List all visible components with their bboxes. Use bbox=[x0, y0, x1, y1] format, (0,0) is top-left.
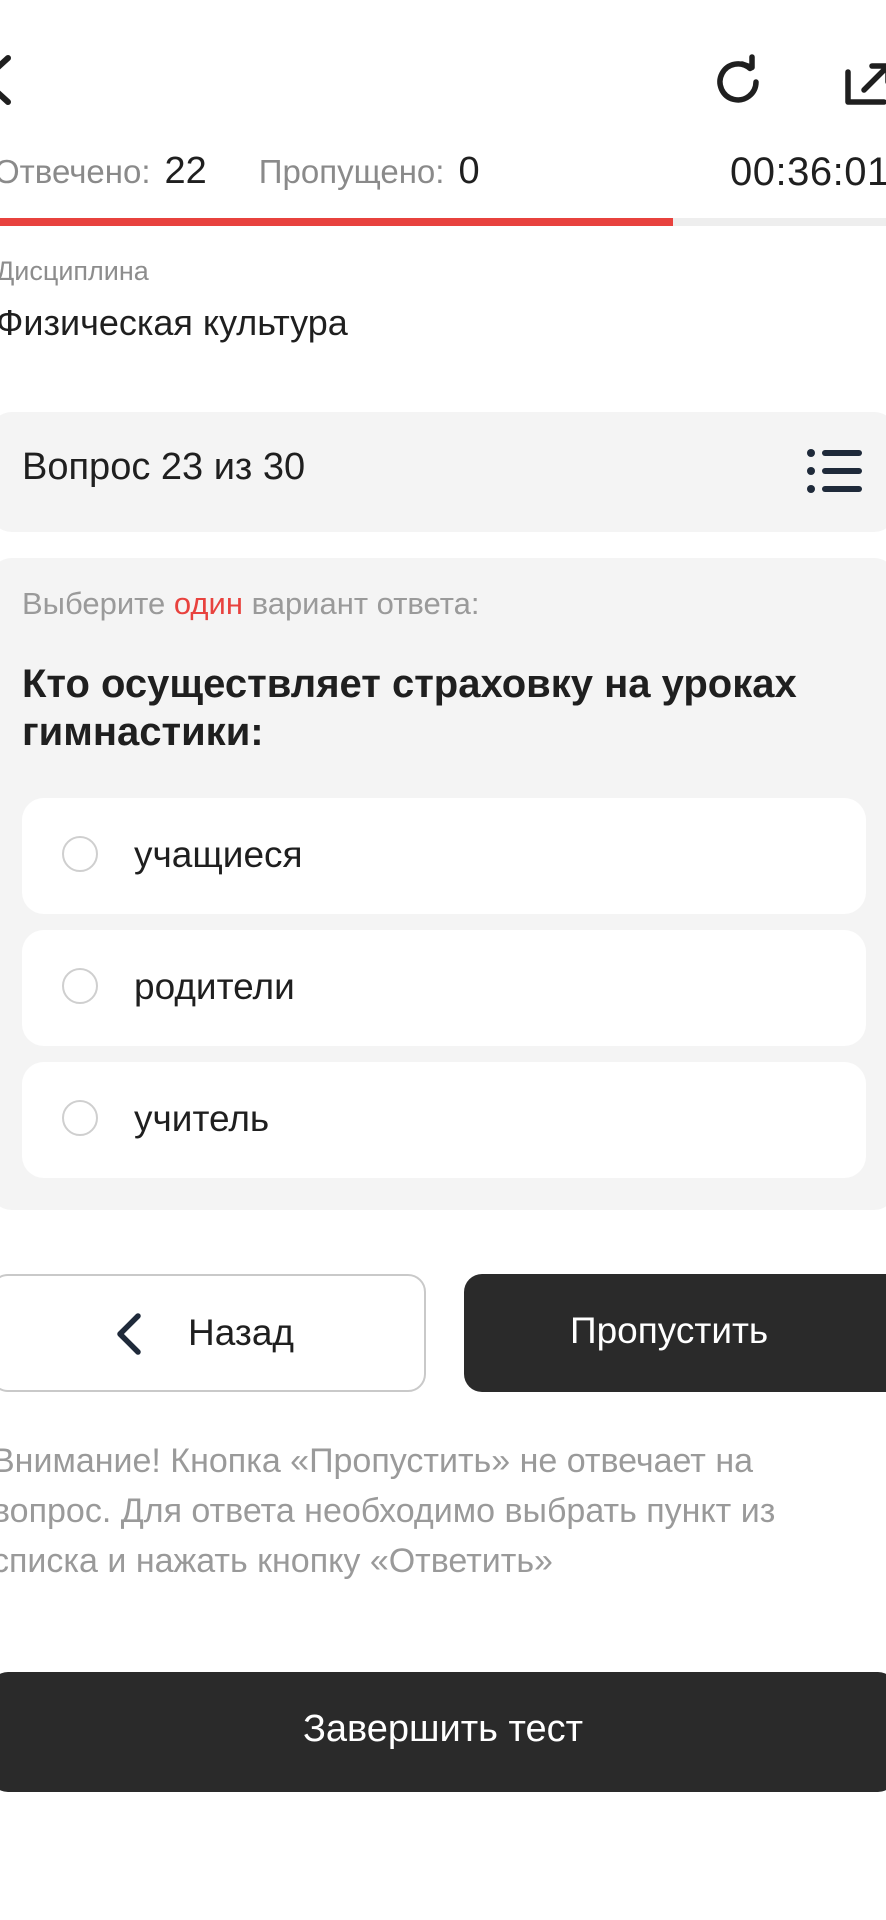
skipped-label: Пропущено: bbox=[258, 153, 445, 190]
discipline-label: Дисциплина bbox=[0, 256, 149, 286]
list-icon[interactable] bbox=[806, 448, 862, 494]
instruction-accent: один bbox=[173, 586, 243, 621]
skipped-count: 0 bbox=[458, 150, 480, 192]
skip-button[interactable]: Пропустить bbox=[464, 1274, 886, 1392]
external-link-icon[interactable] bbox=[844, 58, 886, 114]
timer: 00:36:01 bbox=[730, 150, 886, 194]
answer-option-2[interactable]: родители bbox=[22, 930, 866, 1046]
finish-test-button[interactable]: Завершить тест bbox=[0, 1672, 886, 1792]
chevron-left-icon bbox=[110, 1310, 146, 1358]
discipline-value: Физическая культура bbox=[0, 302, 348, 343]
radio-button[interactable] bbox=[62, 1100, 98, 1136]
back-button[interactable]: Назад bbox=[0, 1274, 426, 1392]
answer-stats: Отвечено: 22 Пропущено: 0 bbox=[0, 150, 480, 206]
skip-button-label: Пропустить bbox=[570, 1310, 769, 1351]
option-label: учитель bbox=[134, 1098, 270, 1139]
answered-label: Отвечено: bbox=[0, 153, 151, 190]
answer-option-3[interactable]: учитель bbox=[22, 1062, 866, 1178]
radio-button[interactable] bbox=[62, 836, 98, 872]
option-label: учащиеся bbox=[134, 834, 303, 875]
progress-fill bbox=[0, 218, 674, 226]
answer-option-1[interactable]: учащиеся bbox=[22, 798, 866, 914]
answered-count: 22 bbox=[164, 150, 207, 192]
skip-notice: Внимание! Кнопка «Пропустить» не отвечае… bbox=[0, 1442, 776, 1580]
back-button-label: Назад bbox=[188, 1312, 295, 1353]
option-label: родители bbox=[134, 966, 295, 1007]
question-text: Кто осуществляет страховку на уроках гим… bbox=[22, 662, 797, 754]
question-number: Вопрос 23 из 30 bbox=[22, 446, 306, 488]
radio-button[interactable] bbox=[62, 968, 98, 1004]
reload-icon[interactable] bbox=[712, 54, 768, 110]
answer-instruction: Выберите один вариант ответа: bbox=[22, 586, 480, 621]
chevron-left-icon[interactable] bbox=[0, 52, 14, 108]
finish-button-label: Завершить тест bbox=[302, 1708, 584, 1750]
